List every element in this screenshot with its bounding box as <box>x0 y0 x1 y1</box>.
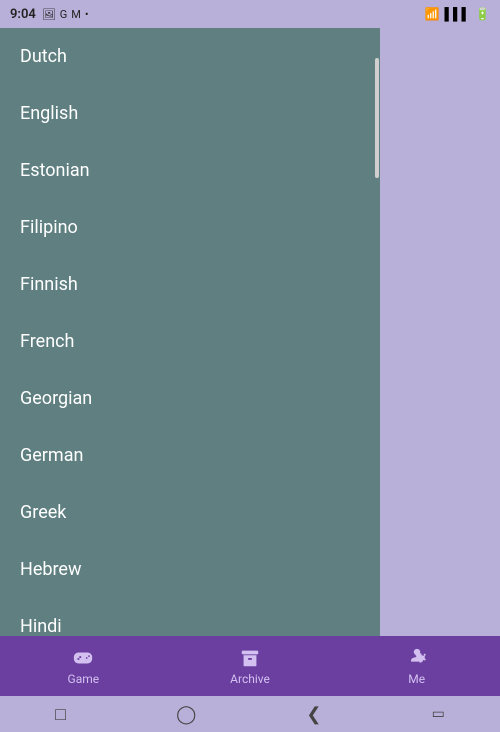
main-content: DutchEnglishEstonianFilipinoFinnishFrenc… <box>0 28 500 636</box>
nav-label-archive: Archive <box>230 672 270 686</box>
back-button[interactable]: ❮ <box>306 704 321 725</box>
system-nav: □ ◯ ❮ ▭ <box>0 696 500 732</box>
right-panel <box>380 28 500 636</box>
language-item[interactable]: Dutch <box>0 28 380 85</box>
nav-item-archive[interactable]: Archive <box>167 647 334 686</box>
nav-label-game: Game <box>68 672 100 686</box>
language-item[interactable]: Finnish <box>0 256 380 313</box>
wifi-icon: 📶 <box>425 7 440 21</box>
bottom-nav: Game Archive Me <box>0 636 500 696</box>
status-icons: 🖼 G M • <box>42 8 89 21</box>
language-item[interactable]: Greek <box>0 484 380 541</box>
camera-icon: 🖼 <box>42 8 56 21</box>
game-icon <box>72 647 94 669</box>
language-item[interactable]: Estonian <box>0 142 380 199</box>
nav-label-me: Me <box>408 672 425 686</box>
screenshot-button[interactable]: ▭ <box>432 706 445 722</box>
recent-apps-button[interactable]: □ <box>55 704 66 725</box>
google-icon: G <box>60 8 68 21</box>
nav-item-me[interactable]: Me <box>333 647 500 686</box>
language-item[interactable]: Filipino <box>0 199 380 256</box>
language-item[interactable]: German <box>0 427 380 484</box>
language-item[interactable]: Hebrew <box>0 541 380 598</box>
status-time: 9:04 <box>10 7 36 22</box>
status-bar-right: 📶 ▌▌▌ 🔋 <box>425 7 490 21</box>
scrollbar-thumb <box>375 58 379 178</box>
language-list[interactable]: DutchEnglishEstonianFilipinoFinnishFrenc… <box>0 28 380 636</box>
nav-item-game[interactable]: Game <box>0 647 167 686</box>
settings-icon <box>406 647 428 669</box>
home-button[interactable]: ◯ <box>176 704 196 725</box>
language-item[interactable]: Hindi <box>0 598 380 636</box>
status-bar: 9:04 🖼 G M • 📶 ▌▌▌ 🔋 <box>0 0 500 28</box>
language-item[interactable]: French <box>0 313 380 370</box>
dot-icon: • <box>85 8 89 21</box>
signal-icon: ▌▌▌ <box>445 7 471 21</box>
archive-icon <box>239 647 261 669</box>
status-bar-left: 9:04 🖼 G M • <box>10 7 89 22</box>
scrollbar-track <box>374 58 380 606</box>
language-item[interactable]: Georgian <box>0 370 380 427</box>
mail-icon: M <box>71 8 81 21</box>
language-item[interactable]: English <box>0 85 380 142</box>
battery-icon: 🔋 <box>475 7 490 21</box>
language-panel: DutchEnglishEstonianFilipinoFinnishFrenc… <box>0 28 380 636</box>
